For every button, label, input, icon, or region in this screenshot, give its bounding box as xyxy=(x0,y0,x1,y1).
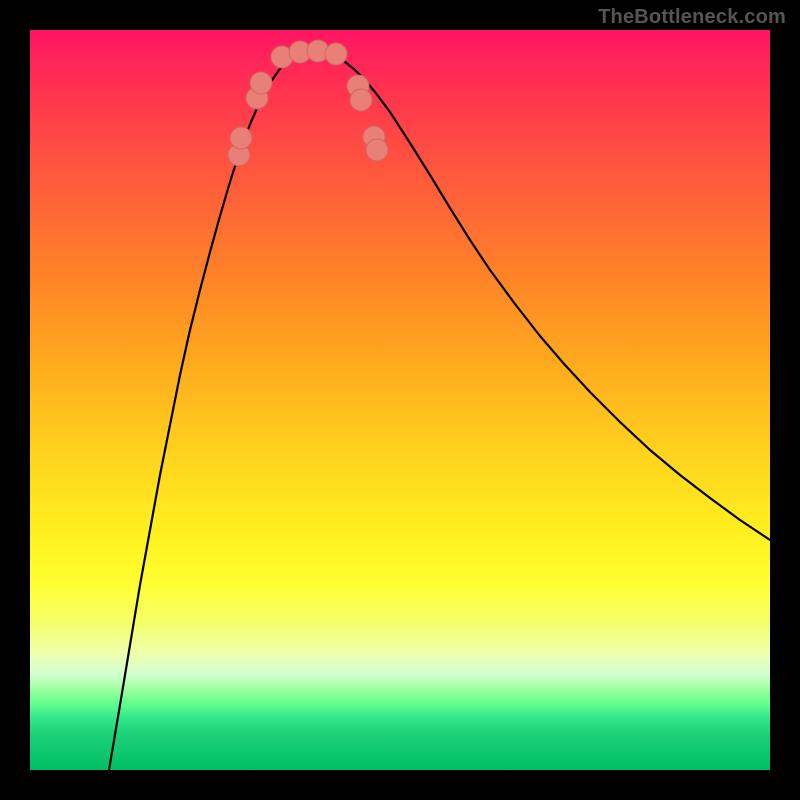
pink-dot-left-4 xyxy=(250,72,272,94)
chart-canvas xyxy=(30,30,770,770)
chart-frame: TheBottleneck.com xyxy=(0,0,800,800)
pink-dot-right-4 xyxy=(366,139,388,161)
watermark-text: TheBottleneck.com xyxy=(598,6,786,29)
pink-dot-right-2 xyxy=(350,89,372,111)
pink-dot-left-2 xyxy=(230,127,252,149)
pink-dot-bottom-4 xyxy=(325,43,347,65)
curve-left-curve xyxy=(109,50,316,770)
curve-right-curve xyxy=(316,50,770,540)
chart-plot-area xyxy=(30,30,770,770)
